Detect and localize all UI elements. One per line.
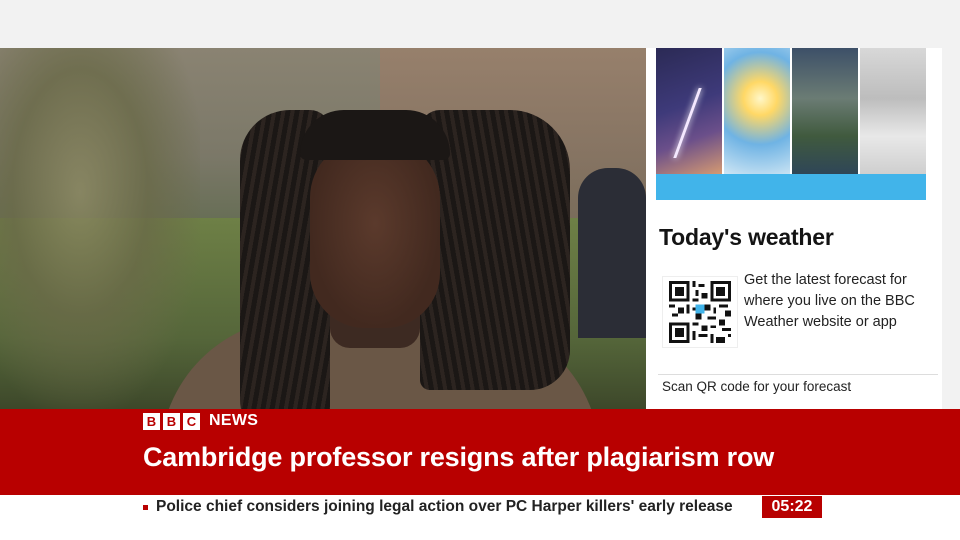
- weather-accent-bar: [656, 174, 926, 200]
- weather-title: Today's weather: [659, 224, 834, 250]
- frost-image: [860, 48, 926, 174]
- sunshine-image: [724, 48, 790, 174]
- qr-code-icon: [669, 281, 731, 343]
- ticker-bullet-icon: [143, 505, 148, 510]
- weather-description: Get the latest forecast for where you li…: [744, 272, 915, 330]
- bbc-logo-block: B: [163, 412, 180, 430]
- ticker-text: Police chief considers joining legal act…: [156, 498, 733, 515]
- interviewee-hair-top: [300, 110, 450, 160]
- cloud-image: [792, 48, 858, 174]
- news-ticker: Police chief considers joining legal act…: [0, 495, 960, 540]
- interviewee-face: [310, 138, 440, 328]
- weather-divider: [658, 374, 938, 375]
- right-strip: [942, 48, 960, 410]
- bbc-news-logo: B B C NEWS: [143, 412, 258, 430]
- background-tree: [0, 48, 200, 410]
- headline: Cambridge professor resigns after plagia…: [143, 442, 775, 472]
- news-banner: B B C NEWS Cambridge professor resigns a…: [0, 409, 960, 495]
- news-wordmark: NEWS: [209, 412, 259, 429]
- background-person: [578, 168, 646, 338]
- scan-qr-text: Scan QR code for your forecast: [662, 379, 852, 394]
- bbc-logo-block: B: [143, 412, 160, 430]
- thunderstorm-image: [656, 48, 722, 174]
- top-strip: [0, 0, 960, 48]
- clock: 05:22: [762, 496, 822, 518]
- weather-image-strip: [656, 48, 926, 174]
- video-frame: [0, 48, 646, 410]
- weather-panel: Today's weather Get the latest forecast …: [646, 48, 942, 410]
- bbc-logo-block: C: [183, 412, 200, 430]
- qr-code[interactable]: [662, 276, 738, 348]
